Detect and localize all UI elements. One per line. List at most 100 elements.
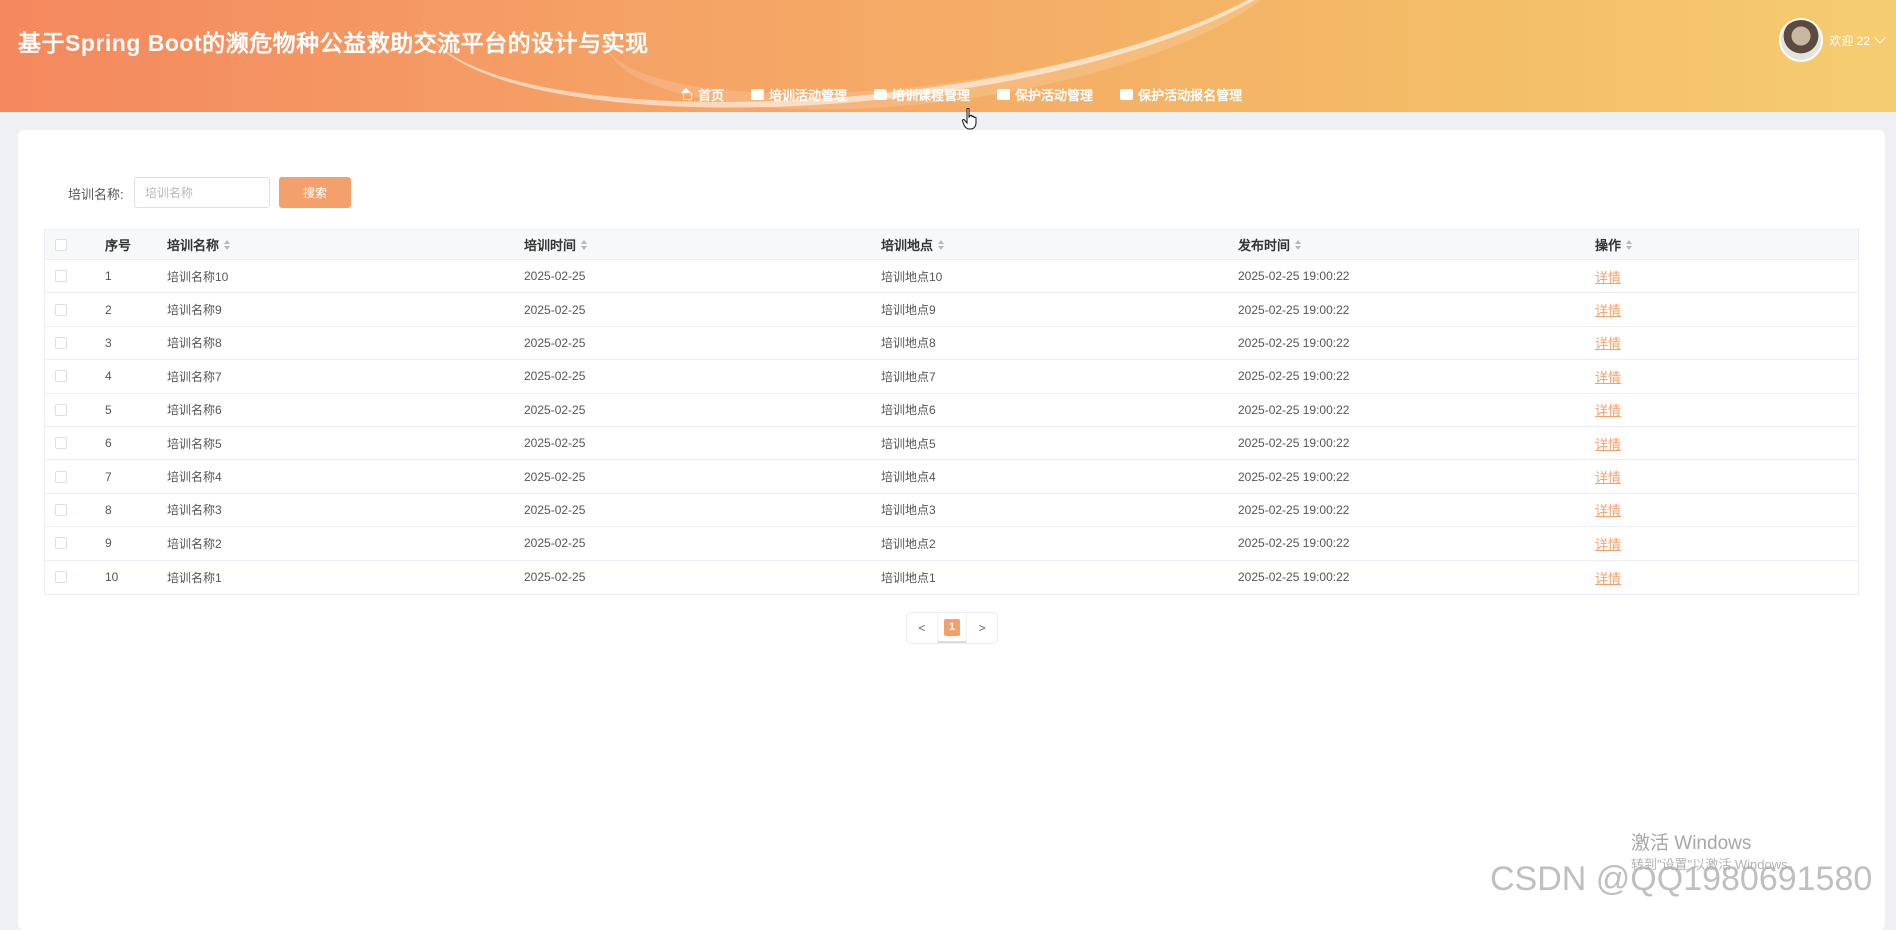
header-checkbox-cell [45,238,105,251]
nav-item-training-activity[interactable]: 培训活动管理 [751,85,847,104]
column-header-publish-time[interactable]: 发布时间 [1238,235,1595,254]
activate-windows-title: 激活 Windows [1631,833,1752,854]
cell-location: 培训地点2 [881,536,936,551]
cell-time: 2025-02-25 [524,502,586,517]
detail-link[interactable]: 详情 [1595,437,1621,452]
cell-seq: 2 [105,302,112,317]
sort-icon[interactable] [224,239,231,250]
column-header-name[interactable]: 培训名称 [167,235,524,254]
cell-name: 培训名称2 [167,536,222,551]
column-header-time[interactable]: 培训时间 [524,235,881,254]
sort-icon[interactable] [1626,239,1633,250]
row-checkbox[interactable] [55,270,67,283]
row-checkbox[interactable] [55,470,67,483]
detail-link[interactable]: 详情 [1595,270,1621,285]
user-menu[interactable]: 欢迎 22 [1779,18,1886,62]
row-checkbox[interactable] [55,537,67,550]
cell-action: 详情 [1595,568,1858,587]
detail-link[interactable]: 详情 [1595,303,1621,318]
row-checkbox[interactable] [55,370,67,383]
row-checkbox-cell [45,303,105,316]
cell-name: 培训名称3 [167,503,222,518]
sort-icon[interactable] [581,239,588,250]
cell-location: 培训地点3 [881,503,936,518]
cell-publish-time: 2025-02-25 19:00:22 [1238,302,1350,317]
cell-publish-time: 2025-02-25 19:00:22 [1238,469,1350,484]
column-header-action[interactable]: 操作 [1595,235,1858,254]
book-icon [874,88,888,100]
cell-name: 培训名称4 [167,470,222,485]
cell-action: 详情 [1595,500,1858,519]
cell-name: 培训名称10 [167,269,229,284]
row-checkbox-cell [45,270,105,283]
sort-icon[interactable] [938,239,945,250]
cell-time: 2025-02-25 [524,570,586,585]
nav-item-label: 培训活动管理 [769,87,848,103]
detail-link[interactable]: 详情 [1595,403,1621,418]
home-icon [680,88,693,100]
column-header-location[interactable]: 培训地点 [881,235,1238,254]
nav-item-training-course[interactable]: 培训课程管理 [874,85,970,104]
cell-action: 详情 [1595,333,1858,352]
nav-item-label: 首页 [698,87,725,103]
detail-link[interactable]: 详情 [1595,571,1621,586]
row-checkbox[interactable] [55,437,67,450]
row-checkbox-cell [45,537,105,550]
detail-link[interactable]: 详情 [1595,336,1621,351]
cell-name: 培训名称1 [167,570,222,585]
row-checkbox[interactable] [55,303,67,316]
cell-publish-time: 2025-02-25 19:00:22 [1238,402,1350,417]
detail-link[interactable]: 详情 [1595,503,1621,518]
table-icon [751,88,765,100]
nav-item-label: 培训课程管理 [892,87,971,103]
row-checkbox[interactable] [55,571,67,584]
cell-seq: 9 [105,536,112,551]
welcome-text: 欢迎 22 [1829,33,1870,48]
row-checkbox-cell [45,336,105,349]
cell-publish-time: 2025-02-25 19:00:22 [1238,269,1350,284]
nav-item-protection-signup[interactable]: 保护活动报名管理 [1120,85,1242,104]
cell-location: 培训地点8 [881,336,936,351]
row-checkbox[interactable] [55,403,67,416]
sort-icon[interactable] [1295,239,1302,250]
cell-location: 培训地点9 [881,303,936,318]
table-row: 1 培训名称10 2025-02-25 培训地点10 2025-02-25 19:00:… [45,260,1858,294]
nav-item-home[interactable]: 首页 [680,85,724,104]
detail-link[interactable]: 详情 [1595,370,1621,385]
detail-link[interactable]: 详情 [1595,470,1621,485]
search-input[interactable] [134,177,270,208]
table-row: 10 培训名称1 2025-02-25 培训地点1 2025-02-25 19:00:2… [45,561,1858,594]
cell-time: 2025-02-25 [524,369,586,384]
nav-item-protection-activity[interactable]: 保护活动管理 [997,85,1093,104]
data-table: 序号 培训名称 培训时间 培训地点 发布时间 操作 1 培训名称10 2025-02… [44,229,1859,595]
row-checkbox[interactable] [55,336,67,349]
cell-action: 详情 [1595,400,1858,419]
detail-link[interactable]: 详情 [1595,537,1621,552]
site-title: 基于Spring Boot的濒危物种公益救助交流平台的设计与实现 [18,30,649,56]
cell-seq: 5 [105,402,112,417]
prev-page-button[interactable]: < [907,613,937,643]
cell-location: 培训地点4 [881,470,936,485]
row-checkbox[interactable] [55,503,67,516]
select-all-checkbox[interactable] [55,238,67,251]
search-button[interactable]: 搜索 [279,177,351,208]
avatar[interactable] [1779,18,1824,62]
cell-action: 详情 [1595,434,1858,453]
cell-name: 培训名称8 [167,336,222,351]
row-checkbox-cell [45,503,105,516]
cell-seq: 8 [105,502,112,517]
cell-location: 培训地点5 [881,436,936,451]
cell-publish-time: 2025-02-25 19:00:22 [1238,369,1350,384]
page-button-current[interactable]: 1 [937,613,967,643]
nav-item-label: 保护活动报名管理 [1138,87,1243,103]
cell-name: 培训名称9 [167,303,222,318]
next-page-button[interactable]: > [967,613,997,643]
cell-time: 2025-02-25 [524,402,586,417]
chevron-down-icon[interactable] [1874,32,1886,44]
table-row: 3 培训名称8 2025-02-25 培训地点8 2025-02-25 19:00:22… [45,327,1858,361]
cell-action: 详情 [1595,534,1858,553]
cell-publish-time: 2025-02-25 19:00:22 [1238,570,1350,585]
table-row: 8 培训名称3 2025-02-25 培训地点3 2025-02-25 19:00:22… [45,494,1858,528]
cell-time: 2025-02-25 [524,302,586,317]
cell-action: 详情 [1595,300,1858,319]
